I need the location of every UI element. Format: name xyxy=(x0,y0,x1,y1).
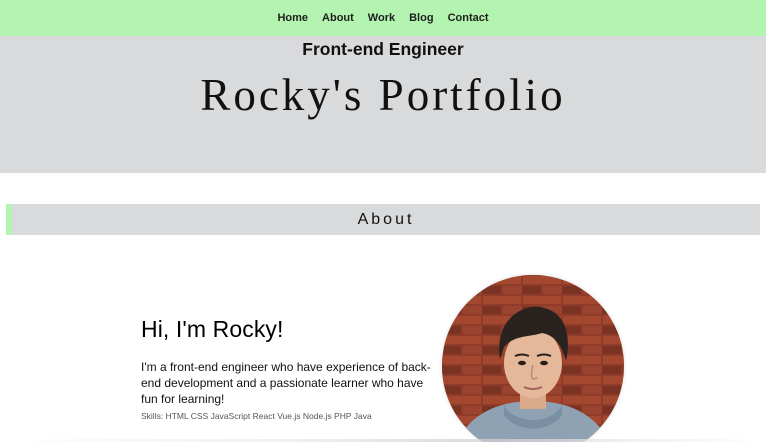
skills-list: Skills: HTML CSS JavaScript React Vue.js… xyxy=(141,411,372,421)
about-section-header: About xyxy=(6,204,760,235)
nav-link-home[interactable]: Home xyxy=(270,0,315,36)
section-title: About xyxy=(357,211,415,228)
avatar xyxy=(442,275,624,442)
hero-title: Rocky's Portfolio xyxy=(200,70,566,120)
nav-link-contact[interactable]: Contact xyxy=(441,0,496,36)
profile-photo-icon xyxy=(442,275,624,442)
hero-banner: Front-end Engineer Rocky's Portfolio xyxy=(0,36,766,173)
nav-link-about[interactable]: About xyxy=(315,0,361,36)
about-heading: Hi, I'm Rocky! xyxy=(141,316,284,342)
nav-link-work[interactable]: Work xyxy=(361,0,402,36)
about-description: I'm a front-end engineer who have experi… xyxy=(141,360,431,406)
nav-link-blog[interactable]: Blog xyxy=(402,0,440,36)
hero-subtitle: Front-end Engineer xyxy=(302,39,464,59)
top-navbar: Home About Work Blog Contact xyxy=(0,0,766,36)
